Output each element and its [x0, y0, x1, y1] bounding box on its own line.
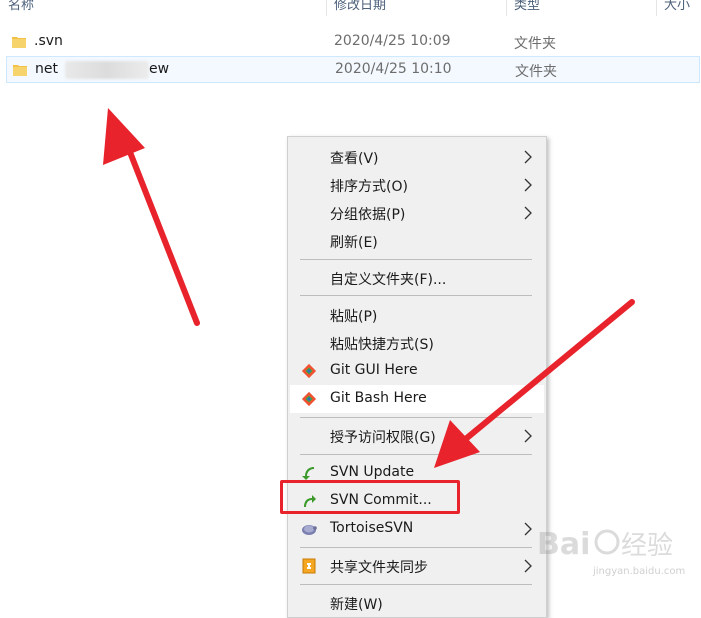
annotation-arrow-down: [434, 299, 635, 468]
svg-text:Bai: Bai: [537, 527, 590, 562]
annotation-arrow-up: [103, 108, 200, 326]
annotation-arrows: [103, 108, 635, 468]
svg-text:经验: 经验: [621, 531, 673, 561]
watermark: Bai 经验 jingyan.baidu.com: [537, 520, 697, 590]
watermark-text: jingyan.baidu.com: [593, 566, 686, 577]
baidu-paw-logo: Bai 经验: [537, 527, 673, 562]
